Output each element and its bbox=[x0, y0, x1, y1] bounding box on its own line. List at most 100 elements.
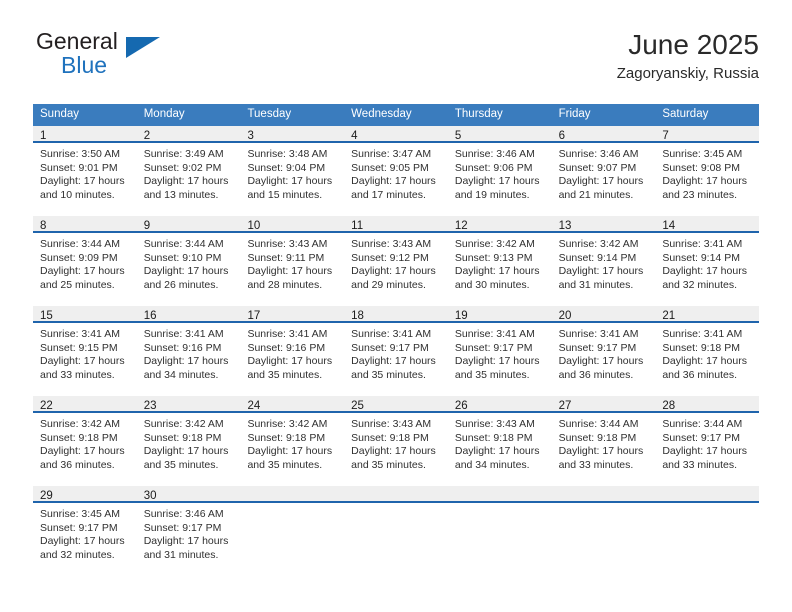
daylight-duration-line1: Daylight: 17 hours bbox=[558, 175, 644, 188]
day-number-band bbox=[240, 486, 345, 503]
calendar-day-cell[interactable]: 14 Sunrise: 3:41 AM Sunset: 9:14 PM Dayligh… bbox=[655, 216, 760, 306]
calendar-day-cell[interactable]: 18 Sunrise: 3:41 AM Sunset: 9:17 PM Dayligh… bbox=[344, 306, 448, 396]
weekday-header-wednesday: Wednesday bbox=[351, 108, 412, 120]
daylight-duration-line2: and 36 minutes. bbox=[40, 458, 115, 471]
day-number: 13 bbox=[558, 220, 572, 232]
day-cell-inner: 2 Sunrise: 3:49 AM Sunset: 9:02 PM Daylight… bbox=[136, 126, 241, 216]
calendar-day-cell-empty bbox=[344, 486, 448, 576]
day-cell-body: Sunrise: 3:50 AM Sunset: 9:01 PM Daylight:… bbox=[33, 143, 137, 202]
calendar-day-cell-empty bbox=[447, 486, 552, 576]
daylight-duration-line1: Daylight: 17 hours bbox=[143, 535, 229, 548]
sunrise-time: Sunrise: 3:45 AM bbox=[662, 148, 743, 160]
sunset-time: Sunset: 9:09 PM bbox=[40, 251, 118, 264]
sunrise-time: Sunrise: 3:41 AM bbox=[40, 328, 120, 340]
day-cell-inner: 27 Sunrise: 3:44 AM Sunset: 9:18 PM Dayligh… bbox=[551, 396, 656, 486]
calendar-day-cell[interactable]: 6 Sunrise: 3:46 AM Sunset: 9:07 PM Daylight… bbox=[551, 126, 656, 216]
day-cell-body: Sunrise: 3:41 AM Sunset: 9:17 PM Daylight:… bbox=[344, 323, 448, 382]
calendar-day-cell[interactable]: 17 Sunrise: 3:41 AM Sunset: 9:16 PM Dayligh… bbox=[240, 306, 345, 396]
calendar-day-cell[interactable]: 27 Sunrise: 3:44 AM Sunset: 9:18 PM Dayligh… bbox=[551, 396, 656, 486]
calendar-day-cell[interactable]: 13 Sunrise: 3:42 AM Sunset: 9:14 PM Dayligh… bbox=[551, 216, 656, 306]
calendar-day-cell[interactable]: 10 Sunrise: 3:43 AM Sunset: 9:11 PM Dayligh… bbox=[240, 216, 345, 306]
day-number: 20 bbox=[558, 310, 572, 322]
calendar-day-cell[interactable]: 15 Sunrise: 3:41 AM Sunset: 9:15 PM Dayligh… bbox=[33, 306, 137, 396]
calendar-day-cell[interactable]: 1 Sunrise: 3:50 AM Sunset: 9:01 PM Daylight… bbox=[33, 126, 137, 216]
calendar-day-cell[interactable]: 11 Sunrise: 3:43 AM Sunset: 9:12 PM Dayligh… bbox=[344, 216, 448, 306]
calendar-day-cell[interactable]: 22 Sunrise: 3:42 AM Sunset: 9:18 PM Dayligh… bbox=[33, 396, 137, 486]
day-number: 9 bbox=[143, 220, 151, 232]
calendar-weeks: 1 Sunrise: 3:50 AM Sunset: 9:01 PM Daylight… bbox=[33, 126, 760, 576]
calendar-day-cell[interactable]: 25 Sunrise: 3:43 AM Sunset: 9:18 PM Dayligh… bbox=[344, 396, 448, 486]
sunrise-time: Sunrise: 3:46 AM bbox=[558, 148, 639, 160]
day-cell-body: Sunrise: 3:45 AM Sunset: 9:08 PM Daylight:… bbox=[655, 143, 759, 202]
day-number-band: 7 bbox=[655, 126, 760, 143]
calendar-day-cell[interactable]: 24 Sunrise: 3:42 AM Sunset: 9:18 PM Dayligh… bbox=[240, 396, 345, 486]
day-number-band: 21 bbox=[655, 306, 760, 323]
calendar-day-cell[interactable]: 3 Sunrise: 3:48 AM Sunset: 9:04 PM Daylight… bbox=[240, 126, 345, 216]
day-cell-body: Sunrise: 3:46 AM Sunset: 9:17 PM Daylight:… bbox=[137, 503, 241, 562]
day-number-band: 28 bbox=[655, 396, 760, 413]
calendar-day-cell[interactable]: 9 Sunrise: 3:44 AM Sunset: 9:10 PM Daylight… bbox=[136, 216, 241, 306]
day-cell-inner: 21 Sunrise: 3:41 AM Sunset: 9:18 PM Dayligh… bbox=[655, 306, 760, 396]
day-cell-body bbox=[448, 503, 552, 508]
calendar-day-cell-empty bbox=[655, 486, 760, 576]
day-number: 11 bbox=[351, 220, 364, 232]
sunset-time: Sunset: 9:18 PM bbox=[558, 431, 637, 444]
day-cell-inner: 15 Sunrise: 3:41 AM Sunset: 9:15 PM Dayligh… bbox=[33, 306, 137, 396]
sunrise-time: Sunrise: 3:47 AM bbox=[351, 148, 432, 160]
calendar-day-cell[interactable]: 5 Sunrise: 3:46 AM Sunset: 9:06 PM Daylight… bbox=[447, 126, 552, 216]
day-cell-body: Sunrise: 3:43 AM Sunset: 9:12 PM Daylight:… bbox=[344, 233, 448, 292]
weekday-header-friday: Friday bbox=[558, 108, 591, 120]
day-number-band: 17 bbox=[240, 306, 345, 323]
day-number-band: 18 bbox=[344, 306, 448, 323]
sunrise-time: Sunrise: 3:42 AM bbox=[40, 418, 120, 430]
daylight-duration-line2: and 34 minutes. bbox=[454, 458, 530, 471]
daylight-duration-line2: and 21 minutes. bbox=[558, 188, 634, 201]
day-cell-inner: 25 Sunrise: 3:43 AM Sunset: 9:18 PM Dayligh… bbox=[344, 396, 448, 486]
calendar-day-cell[interactable]: 29 Sunrise: 3:45 AM Sunset: 9:17 PM Dayligh… bbox=[33, 486, 137, 576]
general-blue-logo[interactable]: General Blue bbox=[33, 28, 233, 90]
calendar-day-cell[interactable]: 19 Sunrise: 3:41 AM Sunset: 9:17 PM Dayligh… bbox=[447, 306, 552, 396]
day-number: 23 bbox=[143, 400, 157, 412]
sunrise-time: Sunrise: 3:42 AM bbox=[143, 418, 224, 430]
calendar-day-cell[interactable]: 12 Sunrise: 3:42 AM Sunset: 9:13 PM Dayligh… bbox=[447, 216, 552, 306]
sunset-time: Sunset: 9:05 PM bbox=[351, 161, 429, 174]
daylight-duration-line1: Daylight: 17 hours bbox=[454, 355, 540, 368]
sunrise-time: Sunrise: 3:46 AM bbox=[454, 148, 535, 160]
daylight-duration-line1: Daylight: 17 hours bbox=[662, 265, 747, 278]
day-number: 22 bbox=[40, 400, 53, 412]
weekday-header-thursday: Thursday bbox=[454, 108, 503, 120]
daylight-duration-line1: Daylight: 17 hours bbox=[143, 355, 229, 368]
weekday-header-saturday: Saturday bbox=[662, 108, 709, 120]
calendar-day-cell[interactable]: 20 Sunrise: 3:41 AM Sunset: 9:17 PM Dayligh… bbox=[551, 306, 656, 396]
calendar-day-cell[interactable]: 2 Sunrise: 3:49 AM Sunset: 9:02 PM Daylight… bbox=[136, 126, 241, 216]
day-cell-body bbox=[655, 503, 759, 508]
day-cell-inner bbox=[344, 486, 448, 576]
sunset-time: Sunset: 9:12 PM bbox=[351, 251, 429, 264]
weekday-header-tuesday: Tuesday bbox=[247, 108, 292, 120]
calendar-day-cell[interactable]: 21 Sunrise: 3:41 AM Sunset: 9:18 PM Dayligh… bbox=[655, 306, 760, 396]
daylight-duration-line2: and 26 minutes. bbox=[143, 278, 219, 291]
daylight-duration-line2: and 15 minutes. bbox=[247, 188, 323, 201]
day-cell-inner bbox=[240, 486, 345, 576]
calendar-day-cell[interactable]: 7 Sunrise: 3:45 AM Sunset: 9:08 PM Daylight… bbox=[655, 126, 760, 216]
day-cell-body bbox=[240, 503, 344, 508]
daylight-duration-line2: and 31 minutes. bbox=[143, 548, 219, 561]
day-cell-body: Sunrise: 3:41 AM Sunset: 9:17 PM Daylight:… bbox=[448, 323, 552, 382]
daylight-duration-line1: Daylight: 17 hours bbox=[143, 175, 229, 188]
day-number-band: 10 bbox=[240, 216, 345, 233]
sunrise-time: Sunrise: 3:43 AM bbox=[351, 238, 432, 250]
calendar-day-cell[interactable]: 8 Sunrise: 3:44 AM Sunset: 9:09 PM Daylight… bbox=[33, 216, 137, 306]
calendar-day-cell[interactable]: 16 Sunrise: 3:41 AM Sunset: 9:16 PM Dayligh… bbox=[136, 306, 241, 396]
sunset-time: Sunset: 9:13 PM bbox=[454, 251, 533, 264]
calendar-day-cell[interactable]: 26 Sunrise: 3:43 AM Sunset: 9:18 PM Dayligh… bbox=[447, 396, 552, 486]
day-number: 18 bbox=[351, 310, 364, 322]
sunset-time: Sunset: 9:18 PM bbox=[40, 431, 118, 444]
calendar-day-cell[interactable]: 4 Sunrise: 3:47 AM Sunset: 9:05 PM Daylight… bbox=[344, 126, 448, 216]
calendar-day-cell[interactable]: 28 Sunrise: 3:44 AM Sunset: 9:17 PM Dayligh… bbox=[655, 396, 760, 486]
day-cell-body bbox=[344, 503, 448, 508]
daylight-duration-line1: Daylight: 17 hours bbox=[247, 265, 333, 278]
day-cell-body: Sunrise: 3:43 AM Sunset: 9:18 PM Daylight:… bbox=[448, 413, 552, 472]
calendar-day-cell[interactable]: 23 Sunrise: 3:42 AM Sunset: 9:18 PM Dayligh… bbox=[136, 396, 241, 486]
day-cell-inner bbox=[447, 486, 552, 576]
calendar-day-cell[interactable]: 30 Sunrise: 3:46 AM Sunset: 9:17 PM Dayligh… bbox=[136, 486, 241, 576]
